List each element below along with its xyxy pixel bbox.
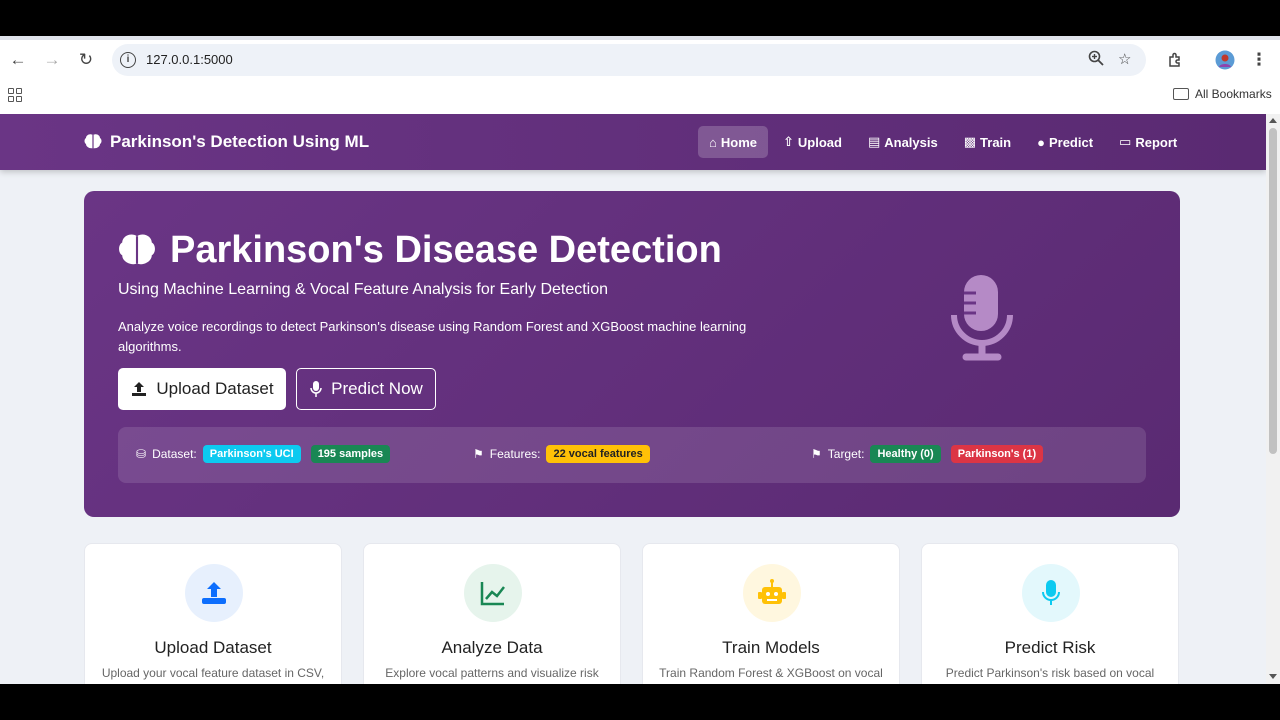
healthy-badge: Healthy (0) [870, 445, 941, 463]
page-scrollbar[interactable] [1266, 114, 1280, 684]
stat-dataset: ⛁ Dataset: Parkinson's UCI 195 samples [136, 445, 391, 463]
microphone-icon [1022, 564, 1080, 622]
card-title: Upload Dataset [154, 638, 272, 657]
hero-title: Parkinson's Disease Detection [118, 229, 722, 272]
brand-text: Parkinson's Detection Using ML [110, 132, 370, 151]
nav-upload[interactable]: ⇧ Upload [772, 126, 853, 158]
tag-icon: ⚑ [473, 447, 484, 461]
chart-icon: ▤ [867, 134, 881, 149]
microphone-icon: ● [1037, 134, 1045, 150]
robot-icon [743, 564, 801, 622]
scroll-down-arrow-icon[interactable] [1269, 674, 1277, 679]
card-text: Explore vocal patterns and visualize ris… [385, 666, 599, 680]
zoom-icon[interactable] [1088, 50, 1104, 70]
dataset-label: Dataset: [152, 447, 197, 461]
card-title: Train Models [722, 638, 820, 657]
browser-toolbar: ← → ↻ i 127.0.0.1:5000 ☆ ⋮ [0, 44, 1280, 76]
url-text: 127.0.0.1:5000 [146, 52, 233, 67]
flag-icon: ⚑ [811, 447, 822, 461]
back-icon[interactable]: ← [6, 48, 30, 72]
scrollbar-thumb[interactable] [1269, 128, 1277, 454]
nav-train[interactable]: ▩ Train [953, 126, 1022, 158]
card-analyze-data[interactable]: Analyze Data Explore vocal patterns and … [363, 543, 621, 684]
card-title: Predict Risk [1004, 638, 1096, 657]
nav-train-label: Train [980, 134, 1012, 150]
nav-upload-label: Upload [797, 134, 842, 150]
robot-icon: ▩ [963, 134, 977, 149]
bookmarks-bar: All Bookmarks [0, 84, 1280, 110]
app-navbar: Parkinson's Detection Using ML ⌂ Home ⇧ Up… [0, 114, 1266, 170]
card-text: Train Random Forest & XGBoost on vocal [659, 666, 883, 680]
site-info-icon[interactable]: i [120, 52, 136, 68]
brain-icon [84, 134, 102, 149]
microphone-icon [951, 275, 1013, 361]
nav-predict-label: Predict [1048, 134, 1094, 150]
card-title: Analyze Data [441, 638, 543, 657]
page-viewport: Parkinson's Detection Using ML ⌂ Home ⇧ Up… [0, 114, 1280, 684]
reload-icon[interactable]: ↻ [74, 48, 98, 72]
line-chart-icon [464, 564, 522, 622]
card-train-models[interactable]: Train Models Train Random Forest & XGBoo… [642, 543, 900, 684]
upload-icon [132, 382, 147, 396]
scroll-up-arrow-icon[interactable] [1269, 118, 1277, 123]
brand-link[interactable]: Parkinson's Detection Using ML [84, 132, 369, 152]
parkinsons-badge: Parkinson's (1) [950, 445, 1044, 463]
stat-features: ⚑ Features: 22 vocal features [473, 445, 650, 463]
dataset-badge: Parkinson's UCI [202, 445, 301, 463]
nav-analysis-label: Analysis [884, 134, 938, 150]
card-upload-dataset[interactable]: Upload Dataset Upload your vocal feature… [84, 543, 342, 684]
upload-icon [185, 564, 243, 622]
folder-icon [1173, 88, 1189, 100]
dataset-stats-panel: ⛁ Dataset: Parkinson's UCI 195 samples ⚑… [118, 427, 1146, 483]
nav-analysis[interactable]: ▤ Analysis [857, 126, 949, 158]
hero-description: Analyze voice recordings to detect Parki… [118, 319, 747, 354]
address-bar[interactable]: i 127.0.0.1:5000 ☆ [112, 44, 1146, 76]
screen-top-border [0, 0, 1280, 36]
card-text: Upload your vocal feature dataset in CSV… [101, 666, 325, 680]
home-icon: ⌂ [709, 134, 717, 150]
all-bookmarks-label: All Bookmarks [1195, 87, 1272, 101]
upload-dataset-button[interactable]: Upload Dataset [118, 368, 286, 410]
target-label: Target: [827, 447, 865, 461]
nav-home[interactable]: ⌂ Home [698, 126, 768, 158]
extensions-icon[interactable] [1163, 48, 1187, 72]
upload-icon: ⇧ [782, 134, 794, 149]
microphone-icon [310, 381, 322, 397]
profile-avatar[interactable] [1213, 48, 1237, 72]
nav-home-label: Home [720, 134, 757, 150]
apps-grid-icon[interactable] [8, 88, 22, 102]
brain-icon [119, 234, 155, 264]
browser-chrome: ← → ↻ i 127.0.0.1:5000 ☆ ⋮ All Bookmarks [0, 36, 1280, 114]
browser-menu-icon[interactable]: ⋮ [1247, 48, 1271, 72]
card-predict-risk[interactable]: Predict Risk Predict Parkinson's risk ba… [921, 543, 1179, 684]
database-icon: ⛁ [136, 447, 147, 461]
bookmark-star-icon[interactable]: ☆ [1118, 50, 1131, 68]
predict-now-label: Predict Now [331, 379, 423, 398]
upload-dataset-label: Upload Dataset [156, 379, 274, 398]
forward-icon[interactable]: → [40, 48, 64, 72]
card-text: Predict Parkinson's risk based on vocal [945, 666, 1155, 680]
hero-subtitle: Using Machine Learning & Vocal Feature A… [118, 281, 609, 298]
nav-predict[interactable]: ● Predict [1026, 126, 1104, 158]
predict-now-button[interactable]: Predict Now [296, 368, 436, 410]
all-bookmarks-button[interactable]: All Bookmarks [1173, 87, 1272, 101]
samples-badge: 195 samples [310, 445, 391, 463]
tab-strip [0, 36, 1280, 40]
nav-report[interactable]: ▭ Report [1108, 126, 1188, 158]
hero-banner: Parkinson's Disease Detection Using Mach… [84, 191, 1180, 517]
stat-target: ⚑ Target: Healthy (0) Parkinson's (1) [811, 445, 1044, 463]
hero-title-text: Parkinson's Disease Detection [170, 229, 722, 271]
screen-bottom-border [0, 684, 1280, 720]
features-label: Features: [489, 447, 541, 461]
main-menu: ⌂ Home ⇧ Upload ▤ Analysis ▩ Train ● Predict … [698, 126, 1188, 158]
file-icon: ▭ [1119, 134, 1132, 149]
nav-report-label: Report [1135, 134, 1178, 150]
features-badge: 22 vocal features [546, 445, 650, 463]
